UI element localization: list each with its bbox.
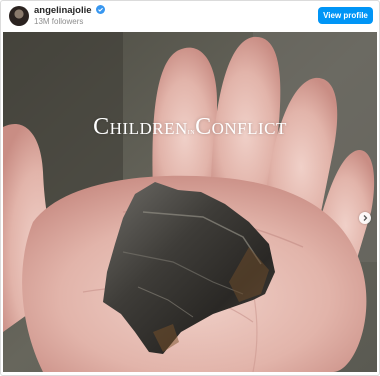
- post-caption-overlay: ChildreninConflict: [3, 114, 377, 141]
- post-image[interactable]: ChildreninConflict: [3, 32, 377, 372]
- view-profile-button[interactable]: View profile: [318, 7, 373, 24]
- chevron-right-icon: [363, 215, 368, 221]
- next-slide-button[interactable]: [359, 212, 371, 224]
- instagram-embed: angelinajolie 13M followers View profile: [0, 0, 380, 376]
- verified-badge-icon: [96, 5, 106, 14]
- title-word-in: in: [187, 126, 196, 136]
- username[interactable]: angelinajolie: [34, 5, 92, 16]
- title-word-children: Children: [93, 114, 188, 140]
- avatar[interactable]: [9, 6, 29, 26]
- follower-count: 13M followers: [34, 17, 84, 26]
- title-word-conflict: Conflict: [195, 114, 287, 140]
- username-row: angelinajolie: [34, 5, 106, 16]
- post-photo-graphic: [3, 32, 377, 372]
- post-header: angelinajolie 13M followers View profile: [1, 1, 379, 30]
